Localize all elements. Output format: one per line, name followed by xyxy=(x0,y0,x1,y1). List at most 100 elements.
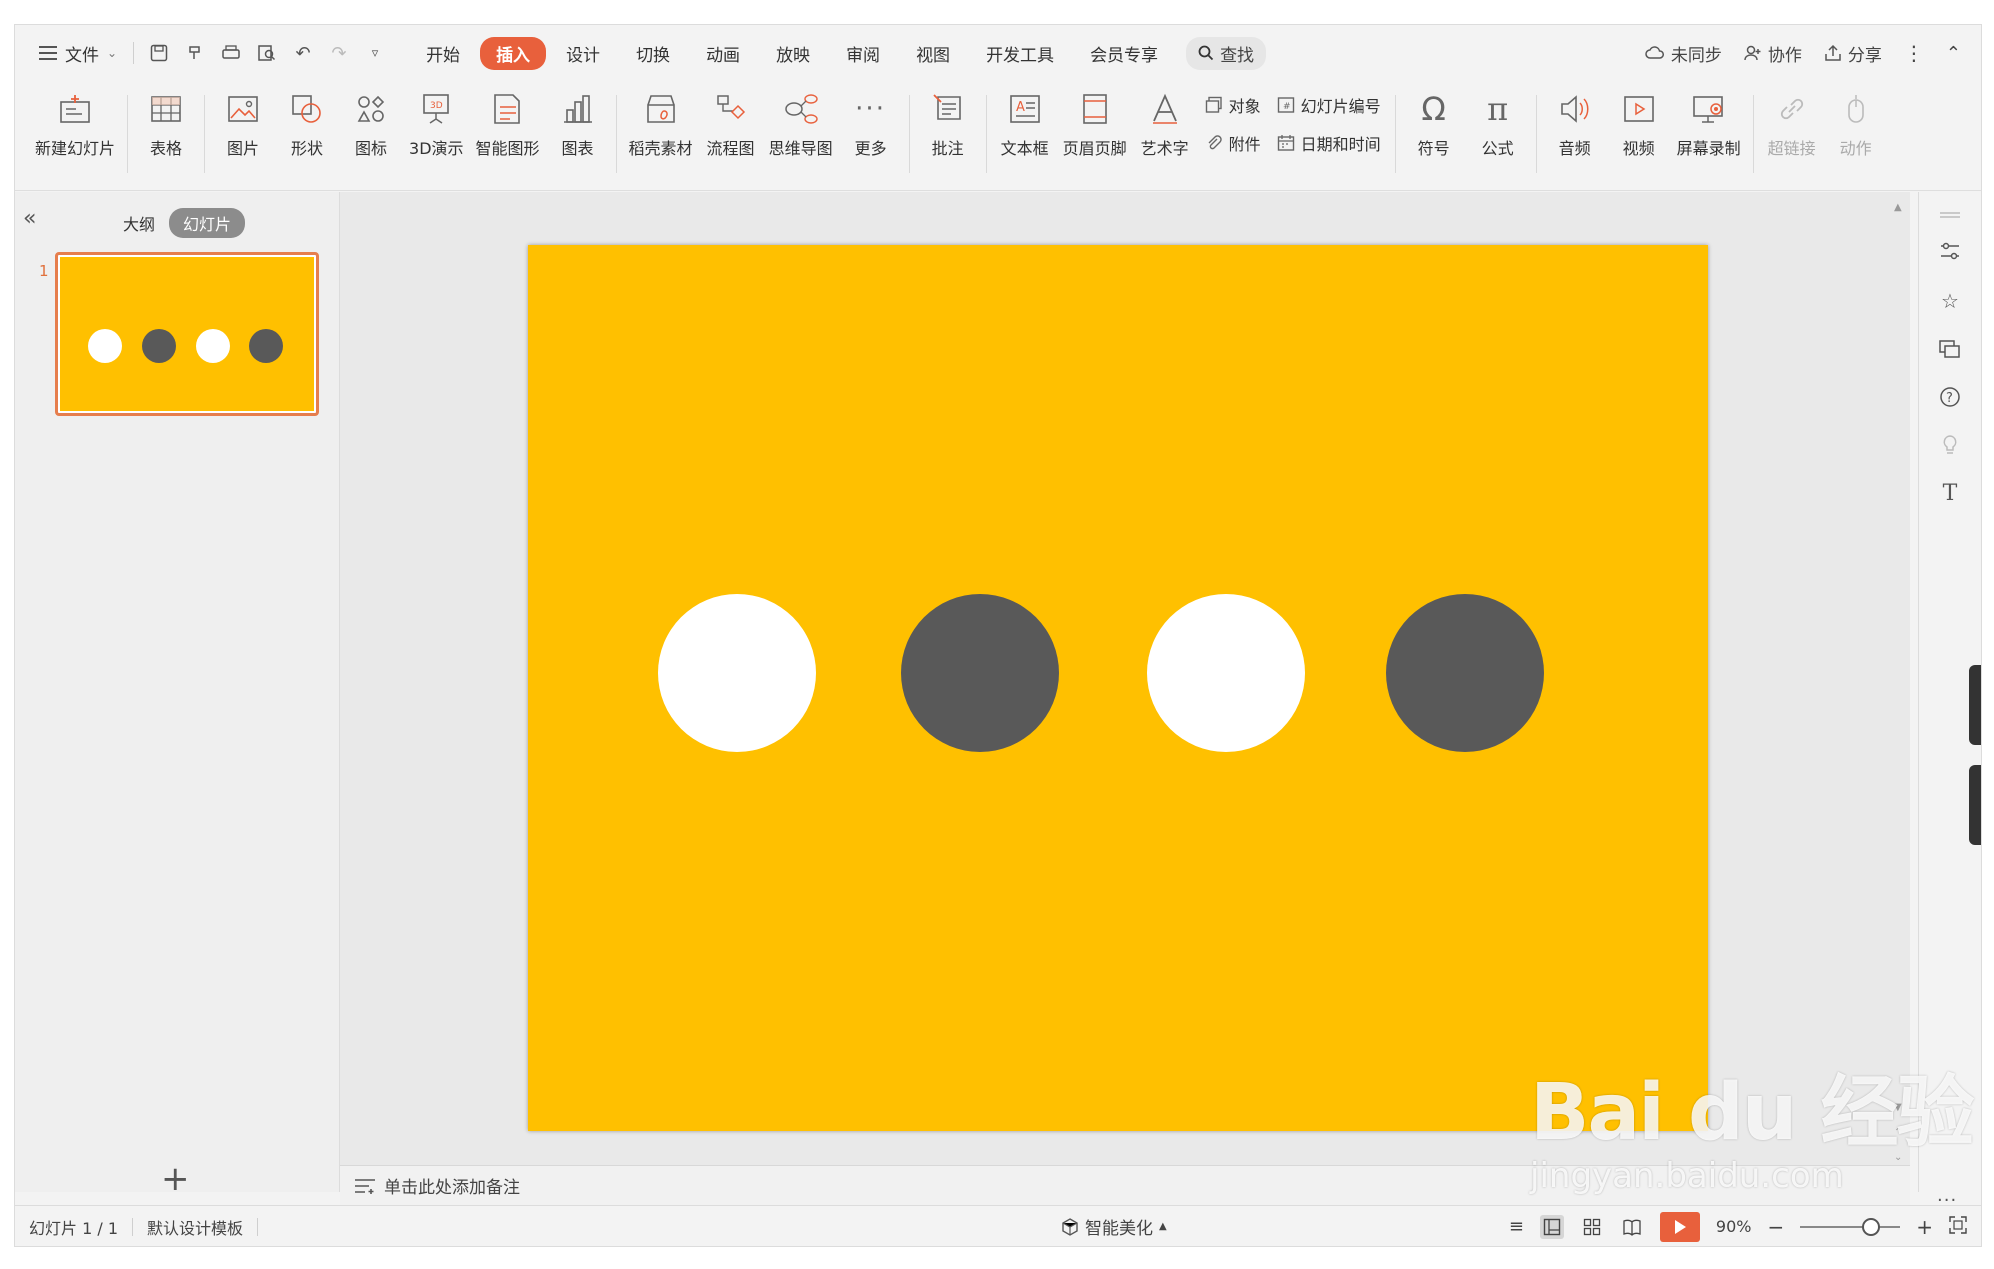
picture-label: 图片 xyxy=(227,139,260,158)
calendar-icon xyxy=(1277,135,1294,151)
redo-icon[interactable]: ↷ xyxy=(328,42,350,64)
undo-icon[interactable]: ↶ xyxy=(292,42,314,64)
design-template[interactable]: 默认设计模板 xyxy=(133,1215,257,1239)
comment-button[interactable]: 批注 xyxy=(916,81,980,159)
tab-outline[interactable]: 大纲 xyxy=(109,208,169,238)
collapse-panel-icon[interactable]: « xyxy=(23,206,36,231)
pi-icon: π xyxy=(1487,90,1509,128)
object-button[interactable]: 对象 xyxy=(1205,93,1261,117)
slide-number-icon: # xyxy=(1277,97,1294,113)
divider xyxy=(127,95,129,173)
help-icon[interactable]: ? xyxy=(1937,384,1963,410)
tab-review[interactable]: 审阅 xyxy=(830,37,896,70)
mindmap-button[interactable]: 思维导图 xyxy=(763,81,839,159)
attachment-button[interactable]: 附件 xyxy=(1205,131,1261,155)
gray-circle-1[interactable] xyxy=(901,594,1059,752)
scroll-down-icon[interactable]: ▼ xyxy=(1894,1102,1902,1113)
slide-sorter-icon[interactable] xyxy=(1580,1215,1604,1239)
tab-home[interactable]: 开始 xyxy=(410,37,476,70)
datetime-button[interactable]: 日期和时间 xyxy=(1277,131,1381,155)
more-vertical-icon[interactable]: ⋮ xyxy=(1904,41,1924,65)
prev-slide-icon[interactable]: ⌃ xyxy=(1894,1127,1902,1138)
zoom-in-icon[interactable]: + xyxy=(1916,1215,1933,1239)
textbox-button[interactable]: A 文本框 xyxy=(993,81,1057,159)
insert-ribbon: 新建幻灯片 表格 图片 形状 图标 3D 3D演示 智能图形 图表 稻壳素材 流… xyxy=(15,81,1981,191)
side-edge-handle[interactable] xyxy=(1969,765,1981,845)
notes-input[interactable]: 单击此处添加备注 xyxy=(340,1165,1910,1205)
tab-developer[interactable]: 开发工具 xyxy=(970,37,1070,70)
current-slide[interactable] xyxy=(528,245,1708,1131)
zoom-slider-handle[interactable] xyxy=(1862,1217,1881,1236)
action-button[interactable]: 动作 xyxy=(1824,81,1888,159)
zoom-out-icon[interactable]: − xyxy=(1767,1215,1784,1239)
tab-insert[interactable]: 插入 xyxy=(480,36,547,70)
screen-record-button[interactable]: 屏幕录制 xyxy=(1671,81,1747,159)
sync-button[interactable]: 未同步 xyxy=(1645,41,1722,66)
table-button[interactable]: 表格 xyxy=(134,81,198,159)
header-footer-button[interactable]: 页眉页脚 xyxy=(1057,81,1133,159)
menu-bar: 文件 ⌄ ↶ ↷ ▿ 开始 插入 设计 切换 动画 放映 审阅 视图 开发工具 … xyxy=(15,25,1981,81)
scroll-up-icon[interactable]: ▲ xyxy=(1894,202,1902,213)
new-slide-button[interactable]: 新建幻灯片 xyxy=(29,81,121,159)
smart-beautify-button[interactable]: 智能美化 ▲ xyxy=(1061,1206,1167,1246)
tab-slideshow[interactable]: 放映 xyxy=(760,37,826,70)
side-edge-handle[interactable] xyxy=(1969,665,1981,745)
slide-thumbnail[interactable] xyxy=(55,252,319,416)
zoom-slider[interactable] xyxy=(1800,1217,1901,1236)
play-icon xyxy=(1674,1219,1686,1234)
add-slide-button[interactable]: + xyxy=(161,1162,190,1196)
white-circle-1[interactable] xyxy=(658,594,816,752)
chart-button[interactable]: 图表 xyxy=(546,81,610,159)
more-button[interactable]: ··· 更多 xyxy=(839,81,903,159)
tab-design[interactable]: 设计 xyxy=(550,37,616,70)
normal-view-icon[interactable] xyxy=(1539,1214,1564,1239)
wordart-label: 艺术字 xyxy=(1140,139,1189,158)
collaborate-button[interactable]: 协作 xyxy=(1744,41,1802,66)
gray-circle-2[interactable] xyxy=(1386,594,1544,752)
play-slideshow-button[interactable] xyxy=(1659,1211,1700,1242)
search-button[interactable]: 查找 xyxy=(1186,36,1267,70)
star-icon[interactable]: ☆ xyxy=(1937,288,1963,314)
tab-slides[interactable]: 幻灯片 xyxy=(169,208,246,238)
mindmap-label: 思维导图 xyxy=(768,139,833,158)
audio-button[interactable]: 音频 xyxy=(1543,81,1607,159)
smartart-button[interactable]: 智能图形 xyxy=(470,81,546,159)
hyperlink-button[interactable]: 超链接 xyxy=(1760,81,1824,159)
tab-view[interactable]: 视图 xyxy=(900,37,966,70)
3d-demo-button[interactable]: 3D 3D演示 xyxy=(403,81,470,159)
collapse-ribbon-icon[interactable]: ⌃ xyxy=(1946,43,1961,64)
print-icon[interactable] xyxy=(220,42,242,64)
fit-window-icon[interactable] xyxy=(1949,1215,1967,1238)
symbol-label: 符号 xyxy=(1417,139,1450,158)
video-button[interactable]: 视频 xyxy=(1607,81,1671,159)
lightbulb-icon[interactable] xyxy=(1937,432,1963,458)
white-circle-2[interactable] xyxy=(1147,594,1305,752)
tab-animations[interactable]: 动画 xyxy=(690,37,756,70)
slides-layout-icon[interactable] xyxy=(1937,336,1963,362)
share-button[interactable]: 分享 xyxy=(1824,41,1882,66)
flowchart-button[interactable]: 流程图 xyxy=(699,81,763,159)
text-format-icon[interactable]: T xyxy=(1937,480,1963,506)
reading-view-icon[interactable] xyxy=(1620,1215,1644,1239)
shape-button[interactable]: 形状 xyxy=(275,81,339,159)
settings-sliders-icon[interactable] xyxy=(1937,238,1963,264)
wordart-button[interactable]: 艺术字 xyxy=(1133,81,1197,159)
slide-number-button[interactable]: # 幻灯片编号 xyxy=(1277,93,1381,117)
file-menu-button[interactable]: 文件 ⌄ xyxy=(33,37,123,70)
tab-member[interactable]: 会员专享 xyxy=(1074,37,1174,70)
next-slide-icon[interactable]: ⌄ xyxy=(1894,1152,1902,1163)
vertical-scrollbar[interactable]: ▲ ▼ ⌃ ⌄ xyxy=(1894,202,1904,1182)
tab-transitions[interactable]: 切换 xyxy=(620,37,686,70)
format-painter-icon[interactable] xyxy=(184,42,206,64)
notes-toggle-icon[interactable]: ≡ xyxy=(1509,1216,1524,1237)
material-button[interactable]: 稻壳素材 xyxy=(623,81,699,159)
formula-button[interactable]: π 公式 xyxy=(1466,81,1530,159)
print-preview-icon[interactable] xyxy=(256,42,278,64)
save-icon[interactable] xyxy=(148,42,170,64)
picture-button[interactable]: 图片 xyxy=(211,81,275,159)
icon-button[interactable]: 图标 xyxy=(339,81,403,159)
zoom-level[interactable]: 90% xyxy=(1716,1217,1752,1236)
symbol-button[interactable]: Ω 符号 xyxy=(1402,81,1466,159)
drag-handle-icon[interactable] xyxy=(1937,202,1963,228)
customize-toolbar-icon[interactable]: ▿ xyxy=(364,42,386,64)
